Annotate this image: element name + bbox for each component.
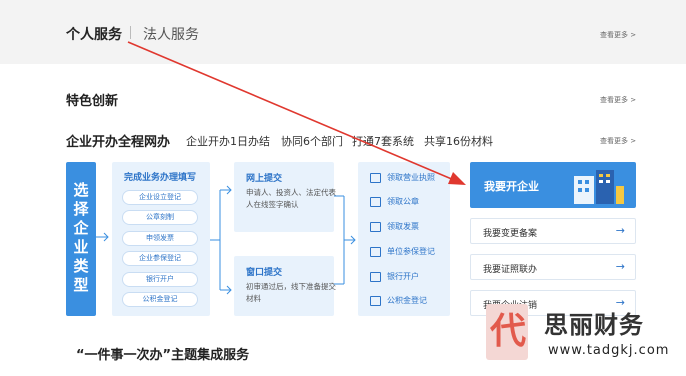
- annotation-arrow: [127, 41, 466, 185]
